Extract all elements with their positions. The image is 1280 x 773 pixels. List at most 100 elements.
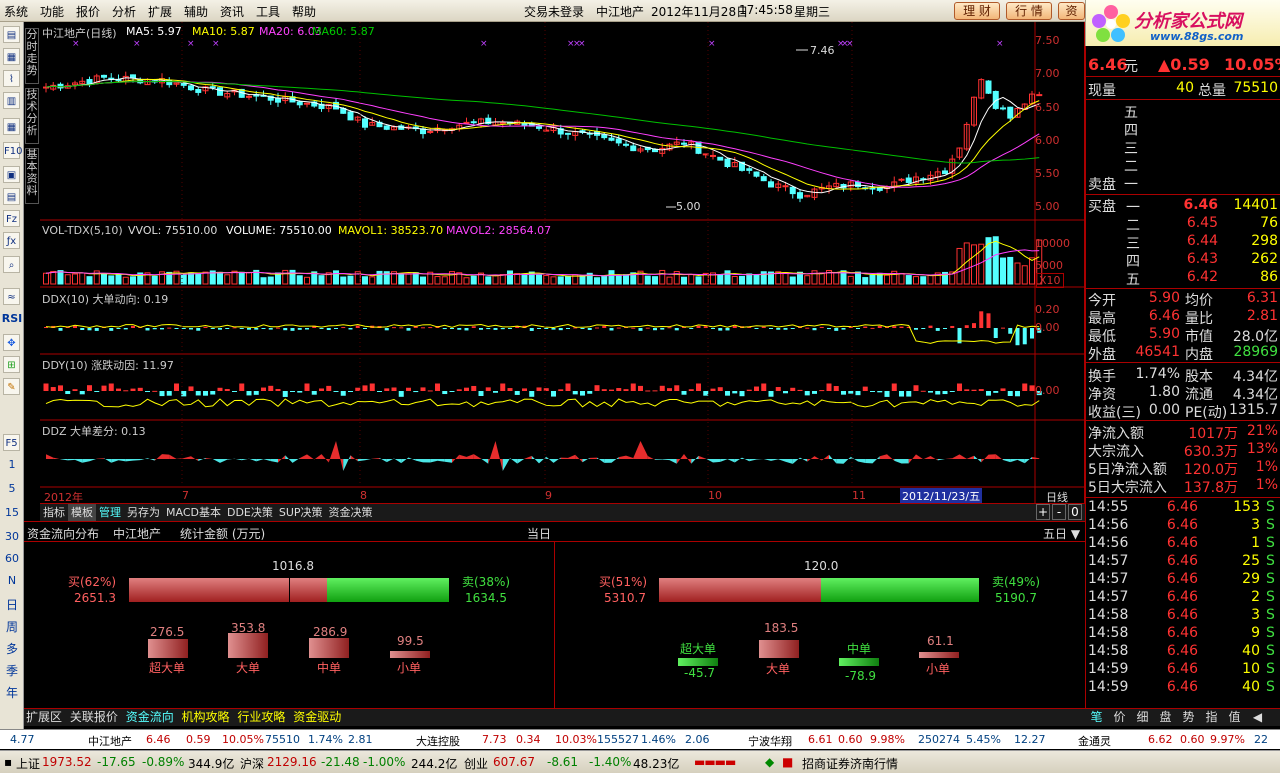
- tab-extend-area[interactable]: 扩展区: [24, 709, 64, 726]
- tab-technical[interactable]: 技术分析: [25, 88, 39, 144]
- menu-help[interactable]: 帮助: [292, 3, 316, 20]
- kline-icon[interactable]: ▥: [3, 92, 20, 109]
- tab-fund-drive[interactable]: 资金驱动: [291, 709, 343, 726]
- volume-bar: [405, 273, 412, 285]
- scrolling-ticker: 4.77 中江地产 6.46 0.59 10.05% 75510 1.74% 2.81 大连控股…: [0, 729, 1280, 749]
- rsi-button[interactable]: RSI: [0, 312, 24, 325]
- tab-fund[interactable]: 资金决策: [326, 504, 376, 521]
- ddy-bar: [145, 391, 150, 392]
- tab-saveas[interactable]: 另存为: [124, 504, 163, 521]
- zoom-reset-button[interactable]: 0: [1068, 504, 1082, 520]
- tick-price: 6.46: [1166, 535, 1198, 551]
- trend-icon[interactable]: ≈: [3, 288, 20, 305]
- fiveday-dropdown[interactable]: 五日 ▼: [1043, 525, 1080, 542]
- ddz-area: [611, 457, 619, 463]
- zoom-in-button[interactable]: +: [1036, 504, 1050, 520]
- tab-book[interactable]: 盘: [1154, 709, 1177, 726]
- tab-dde[interactable]: DDE决策: [224, 504, 276, 521]
- period-30[interactable]: 30: [0, 530, 24, 543]
- kline-chart[interactable]: × × × × × × × × × × × × × 中江地产(日线) MA5: 5.97 MA10: 5…: [40, 22, 1085, 504]
- menu-function[interactable]: 功能: [40, 3, 64, 20]
- period-1[interactable]: 1: [0, 458, 24, 471]
- menu-info[interactable]: 资讯: [220, 3, 244, 20]
- period-multi[interactable]: 多: [0, 640, 24, 657]
- right-sell-bar: [820, 578, 979, 602]
- info-button[interactable]: 资: [1058, 2, 1085, 20]
- ticker-item: 0.60: [1180, 733, 1205, 746]
- ddz-area: [676, 454, 684, 464]
- tab-indicator[interactable]: 指标: [40, 504, 68, 521]
- menu-assist[interactable]: 辅助: [184, 3, 208, 20]
- ddz-area: [945, 458, 953, 460]
- menu-tools[interactable]: 工具: [256, 3, 280, 20]
- left-net-marker: [289, 578, 290, 602]
- menu-extend[interactable]: 扩展: [148, 3, 172, 20]
- tab-fund-flow[interactable]: 资金流向: [124, 709, 176, 726]
- fx-icon[interactable]: ƒx: [3, 232, 20, 249]
- period-year[interactable]: 年: [0, 684, 24, 701]
- ddy-bar: [217, 387, 223, 391]
- period-season[interactable]: 季: [0, 662, 24, 679]
- period-5[interactable]: 5: [0, 482, 24, 495]
- ticker-item: 1.74%: [308, 733, 343, 746]
- ddz-area: [698, 455, 706, 459]
- quote-list-icon[interactable]: ▤: [3, 26, 20, 43]
- ddy-bar: [239, 383, 245, 391]
- ddy-bar: [246, 391, 252, 396]
- book-icon[interactable]: ▣: [3, 166, 20, 183]
- tab-sup[interactable]: SUP决策: [276, 504, 326, 521]
- ddy-bar: [717, 387, 723, 391]
- line-chart-icon[interactable]: ⌇: [3, 70, 20, 87]
- tab-value[interactable]: 值: [1223, 709, 1246, 726]
- ddy-bar: [638, 385, 643, 391]
- ddz-area: [147, 458, 155, 461]
- ddz-area: [981, 454, 989, 463]
- ddx-bar: [638, 328, 643, 331]
- ddz-area: [1024, 457, 1032, 464]
- grid-icon[interactable]: ▦: [3, 118, 20, 135]
- tab-fundamental[interactable]: 基本资料: [25, 148, 39, 204]
- pencil-icon[interactable]: ✎: [3, 378, 20, 395]
- tab-manage[interactable]: 管理: [96, 504, 124, 521]
- tab-collapse[interactable]: ◀: [1246, 709, 1269, 726]
- divider: [1086, 288, 1280, 289]
- period-week[interactable]: 周: [0, 618, 24, 635]
- menu-quote[interactable]: 报价: [76, 3, 100, 20]
- volume-bar: [1000, 257, 1006, 285]
- add-icon[interactable]: ⊞: [3, 356, 20, 373]
- tab-trend[interactable]: 势: [1177, 709, 1200, 726]
- tab-industry[interactable]: 行业攻略: [235, 709, 287, 726]
- tab-index[interactable]: 指: [1200, 709, 1223, 726]
- tab-intraday[interactable]: 分时走势: [25, 28, 39, 84]
- search-icon[interactable]: ⌕: [3, 256, 20, 273]
- tab-price[interactable]: 价: [1108, 709, 1131, 726]
- realtime-icon[interactable]: ▦: [3, 48, 20, 65]
- note-icon[interactable]: ▤: [3, 188, 20, 205]
- ddx-bar: [993, 328, 998, 339]
- tab-related-quote[interactable]: 关联报价: [68, 709, 120, 726]
- tab-institution[interactable]: 机构攻略: [180, 709, 232, 726]
- menu-system[interactable]: 系统: [4, 3, 28, 20]
- period-15[interactable]: 15: [0, 506, 24, 519]
- tab-ticks[interactable]: 笔: [1085, 709, 1108, 726]
- right-cat-bar-3: [919, 651, 959, 658]
- f10-icon[interactable]: F10: [3, 142, 22, 159]
- tab-macd[interactable]: MACD基本: [163, 504, 224, 521]
- finance-button[interactable]: 理 财: [954, 2, 1000, 20]
- fz-icon[interactable]: Fz: [3, 210, 20, 227]
- ddy-bar: [290, 391, 295, 392]
- volume-bar: [615, 274, 622, 285]
- volume-bar: [507, 270, 513, 285]
- right-cat-bar-2: [839, 658, 879, 666]
- zoom-out-button[interactable]: -: [1052, 504, 1066, 520]
- move-icon[interactable]: ✥: [3, 334, 20, 351]
- f5-button[interactable]: F5: [3, 434, 20, 451]
- menu-analysis[interactable]: 分析: [112, 3, 136, 20]
- period-n[interactable]: N: [0, 574, 24, 587]
- market-button[interactable]: 行 情: [1006, 2, 1052, 20]
- tab-template[interactable]: 模板: [68, 504, 96, 521]
- tab-detail[interactable]: 细: [1131, 709, 1154, 726]
- period-60[interactable]: 60: [0, 552, 24, 565]
- ddz-area: [408, 457, 416, 461]
- period-day[interactable]: 日: [0, 596, 24, 613]
